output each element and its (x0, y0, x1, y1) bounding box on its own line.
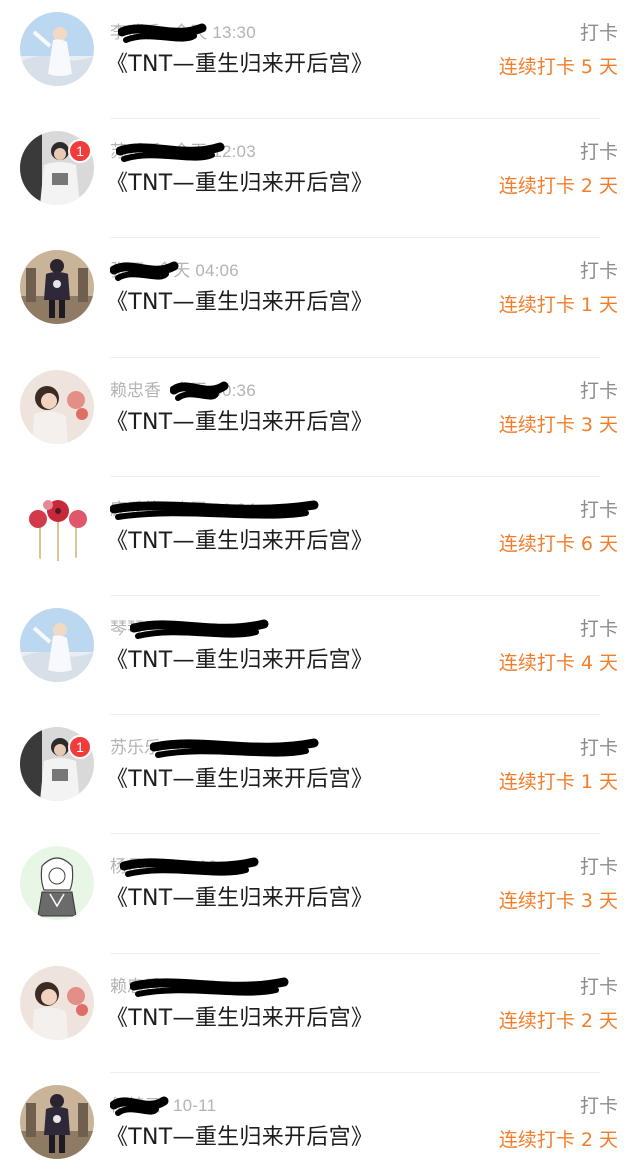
user-meta: 张丽 今天 04:06 (110, 256, 239, 282)
avatar-image (20, 1084, 94, 1159)
streak-count: 连续打卡 2 天 (498, 175, 618, 198)
checkin-label: 打卡 (579, 618, 618, 640)
checkin-label: 打卡 (579, 22, 618, 44)
user-name[interactable]: 赖忠香 (110, 977, 161, 997)
checkin-row[interactable]: 庞秀艳 昨天 20:04 《TNT—重生归来开后宫》 打卡 连续打卡 6 天 (0, 477, 640, 596)
user-name[interactable]: 伊梦云 (110, 1096, 161, 1116)
user-name[interactable]: 张丽 (110, 261, 144, 281)
unread-badge: 1 (68, 735, 92, 760)
avatar-image (20, 965, 94, 1040)
user-meta: 赖忠香 10-12 (110, 972, 289, 998)
checkin-row[interactable]: 1 苏乐乐 10-12 《TNT—重生归来开后宫》 打卡连续打卡 1 天 (0, 715, 640, 835)
avatar-image (20, 608, 94, 682)
post-time: 今天 13:30 (173, 23, 256, 42)
user-name[interactable]: 李瑞香 (110, 23, 161, 43)
avatar[interactable] (20, 12, 94, 86)
checkin-row[interactable]: 赖忠香 今天 00:36 《TNT—重生归来开后宫》 打卡 连续打卡 3 天 (0, 358, 640, 477)
user-name[interactable]: 庞秀艳 (110, 500, 161, 520)
avatar[interactable] (20, 488, 94, 563)
user-meta: 琴琴 (110, 614, 269, 640)
user-name[interactable]: 赖忠香 (110, 381, 161, 401)
checkin-row[interactable]: 琴琴《TNT—重生归来开后宫》 打卡连续打卡 4 天 (0, 596, 640, 716)
post-time: 今天 04:06 (156, 261, 239, 281)
post-time: 昨天 20:04 (173, 499, 256, 519)
checkin-row[interactable]: 伊梦云 10-11 《TNT—重生归来开后宫》 打卡连续打卡 2 天 (0, 1073, 640, 1172)
avatar-image (20, 846, 94, 921)
book-title[interactable]: 《TNT—重生归来开后宫》 (106, 284, 373, 316)
avatar[interactable] (20, 369, 94, 444)
user-name[interactable]: 苏乐乐 (110, 142, 161, 162)
checkin-label: 打卡 (579, 141, 618, 164)
checkin-row[interactable]: 杨丹丹 10-12 《TNT—重生归来开后宫》 打卡连续打卡 3 天 (0, 834, 640, 954)
user-meta: 庞秀艳 昨天 20:04 (110, 495, 319, 521)
book-title[interactable]: 《TNT—重生归来开后宫》 (106, 761, 373, 793)
avatar[interactable] (20, 608, 94, 682)
user-meta: 杨丹丹 10-12 (110, 852, 259, 878)
book-title[interactable]: 《TNT—重生归来开后宫》 (106, 642, 373, 674)
streak-count: 连续打卡 3 天 (498, 413, 618, 436)
checkin-label: 打卡 (579, 856, 618, 879)
user-meta: 苏乐乐 10-12 (110, 733, 319, 759)
avatar-image (20, 369, 94, 444)
avatar[interactable] (20, 1084, 94, 1159)
post-time: 今天 00:36 (173, 380, 256, 400)
streak-count: 连续打卡 6 天 (498, 532, 618, 555)
checkin-label: 打卡 (579, 737, 618, 760)
avatar-image (20, 250, 94, 325)
user-meta: 苏乐乐 今天 12:03 (110, 137, 256, 163)
post-time: 10-11 (173, 1095, 217, 1115)
streak-count: 连续打卡 3 天 (498, 890, 618, 913)
post-time: 10-12 (173, 738, 218, 758)
checkin-feed: 李瑞香 今天 13:30 《TNT—重生归来开后宫》 打卡 连续打卡 5 天 1 苏乐乐 今天… (0, 0, 640, 1172)
checkin-label: 打卡 (579, 1094, 618, 1117)
user-meta: 李瑞香 今天 13:30 (110, 18, 256, 44)
book-title[interactable]: 《TNT—重生归来开后宫》 (106, 165, 373, 197)
checkin-label: 打卡 (579, 260, 618, 283)
checkin-row[interactable]: 赖忠香 10-12 《TNT—重生归来开后宫》 打卡连续打卡 2 天 (0, 954, 640, 1073)
unread-badge: 1 (68, 139, 92, 164)
book-title[interactable]: 《TNT—重生归来开后宫》 (106, 880, 373, 912)
user-name[interactable]: 杨丹丹 (110, 857, 161, 877)
checkin-row[interactable]: 张丽 今天 04:06 《TNT—重生归来开后宫》 打卡 连续打卡 1 天 (0, 238, 640, 358)
user-name[interactable]: 苏乐乐 (110, 738, 161, 758)
streak-count: 连续打卡 2 天 (498, 1128, 618, 1151)
post-time: 10-12 (173, 857, 218, 877)
book-title[interactable]: 《TNT—重生归来开后宫》 (106, 523, 373, 555)
user-meta: 赖忠香 今天 00:36 (110, 376, 256, 402)
user-meta: 伊梦云 10-11 (110, 1091, 216, 1117)
checkin-row[interactable]: 李瑞香 今天 13:30 《TNT—重生归来开后宫》 打卡 连续打卡 5 天 (0, 0, 640, 120)
checkin-row[interactable]: 1 苏乐乐 今天 12:03 《TNT—重生归来开后宫》 打卡 连续打卡 2 天 (0, 119, 640, 239)
avatar-image (20, 488, 94, 563)
checkin-label: 打卡 (579, 975, 618, 998)
avatar[interactable] (20, 965, 94, 1040)
avatar[interactable] (20, 250, 94, 325)
streak-count: 连续打卡 4 天 (498, 652, 618, 674)
avatar[interactable]: 1 (20, 727, 94, 802)
avatar[interactable] (20, 846, 94, 921)
post-time: 10-12 (173, 976, 218, 996)
book-title[interactable]: 《TNT—重生归来开后宫》 (106, 1000, 373, 1032)
book-title[interactable]: 《TNT—重生归来开后宫》 (106, 46, 373, 78)
avatar-image (20, 12, 94, 86)
user-name[interactable]: 琴琴 (110, 619, 144, 639)
post-time: 今天 12:03 (173, 142, 256, 162)
streak-count: 连续打卡 1 天 (498, 294, 618, 317)
avatar[interactable]: 1 (20, 131, 94, 206)
streak-count: 连续打卡 2 天 (498, 1009, 618, 1032)
checkin-label: 打卡 (579, 498, 618, 521)
checkin-label: 打卡 (579, 379, 618, 402)
streak-count: 连续打卡 1 天 (498, 771, 618, 794)
book-title[interactable]: 《TNT—重生归来开后宫》 (106, 1119, 373, 1151)
book-title[interactable]: 《TNT—重生归来开后宫》 (106, 404, 373, 436)
streak-count: 连续打卡 5 天 (498, 56, 618, 78)
